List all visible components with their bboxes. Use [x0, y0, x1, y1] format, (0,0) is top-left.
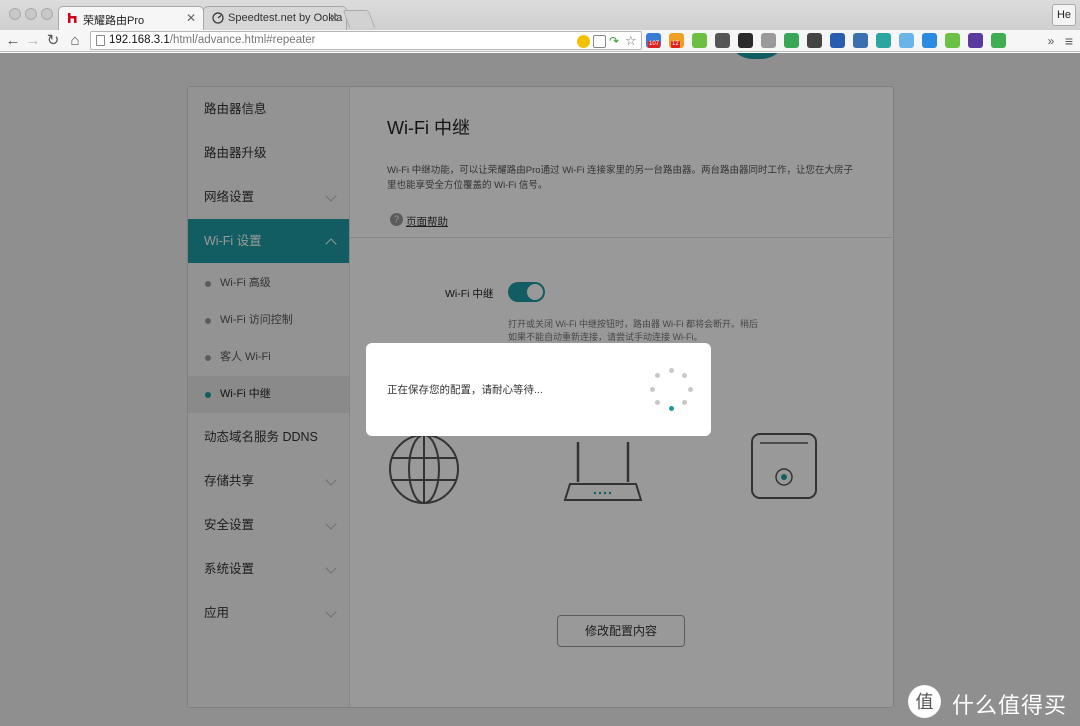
copy-icon[interactable]: [593, 35, 606, 48]
arrow-icon[interactable]: [830, 33, 845, 48]
spinner-dot: [668, 367, 674, 373]
watermark-logo-icon: 值: [908, 685, 941, 718]
flag-icon[interactable]: [968, 33, 983, 48]
more-extensions-button[interactable]: »: [1042, 32, 1060, 50]
tab-router[interactable]: 荣耀路由Pro ✕: [58, 6, 204, 30]
window-zoom-button[interactable]: [41, 8, 53, 20]
spinner-dot: [649, 386, 655, 392]
target-icon[interactable]: [692, 33, 707, 48]
window-minimize-button[interactable]: [25, 8, 37, 20]
hand-icon[interactable]: [807, 33, 822, 48]
saving-dialog: 正在保存您的配置，请耐心等待...: [366, 343, 711, 436]
redo-arrow-icon[interactable]: ↷: [609, 35, 622, 48]
new-tab-button[interactable]: [342, 10, 376, 28]
extension-badge: 107: [648, 41, 661, 48]
url-host: 192.168.3.1: [109, 34, 170, 46]
honor-favicon-icon: [68, 13, 77, 23]
spinner-dot: [681, 399, 687, 405]
svg-text:值: 值: [916, 692, 934, 713]
tray-icon[interactable]: [715, 33, 730, 48]
profile-button[interactable]: He: [1052, 4, 1076, 26]
spinner-dot: [668, 405, 674, 411]
page-icon: [96, 35, 105, 46]
modal-overlay: 正在保存您的配置，请耐心等待...: [0, 53, 1080, 726]
tab-title: 荣耀路由Pro: [83, 15, 145, 27]
browser-toolbar: ← → ↻ ⌂ 192.168.3.1/html/advance.html#re…: [0, 30, 1080, 52]
spinner-dot: [655, 399, 661, 405]
tab-close-icon[interactable]: ✕: [186, 11, 196, 25]
drive-icon[interactable]: [784, 33, 799, 48]
moon-icon[interactable]: [761, 33, 776, 48]
vlc-icon[interactable]: [899, 33, 914, 48]
clock-icon[interactable]: [738, 33, 753, 48]
chat-icon[interactable]: [922, 33, 937, 48]
bookmark-star-icon[interactable]: ☆: [625, 34, 638, 48]
tab-close-icon[interactable]: ✕: [329, 11, 339, 25]
extension-badge: 12: [671, 41, 680, 48]
smile-icon[interactable]: [945, 33, 960, 48]
loading-spinner-icon: [647, 365, 695, 413]
back-arrow-icon[interactable]: ←: [4, 32, 22, 50]
watermark: 值 什么值得买: [908, 683, 1078, 723]
ghost-extension-icon[interactable]: [577, 35, 590, 48]
spinner-dot: [681, 373, 687, 379]
earth-icon[interactable]: [876, 33, 891, 48]
screen-icon[interactable]: [853, 33, 868, 48]
window-close-button[interactable]: [9, 8, 21, 20]
tab-speedtest[interactable]: Speedtest.net by Ookla - T ✕: [203, 6, 347, 30]
reload-icon[interactable]: ↻: [44, 32, 62, 50]
home-icon[interactable]: ⌂: [66, 32, 84, 50]
saving-message: 正在保存您的配置，请耐心等待...: [387, 384, 543, 396]
watermark-text: 什么值得买: [952, 694, 1068, 719]
address-bar[interactable]: 192.168.3.1/html/advance.html#repeater ↷…: [90, 31, 642, 50]
speedtest-favicon-icon: [212, 12, 224, 24]
forward-arrow-icon[interactable]: →: [24, 32, 42, 50]
url-path: /html/advance.html#repeater: [169, 34, 316, 46]
browser-tab-bar: 荣耀路由Pro ✕ Speedtest.net by Ookla - T ✕ H…: [0, 0, 1080, 30]
google-icon[interactable]: 107: [646, 33, 661, 48]
alert-icon[interactable]: 12: [669, 33, 684, 48]
spinner-dot: [687, 386, 693, 392]
leaf-icon[interactable]: [991, 33, 1006, 48]
spinner-dot: [655, 373, 661, 379]
menu-icon[interactable]: ≡: [1060, 32, 1078, 50]
page-viewport: 路由器信息 路由器升级 网络设置 Wi-Fi 设置 Wi-Fi 高级 Wi-Fi…: [0, 53, 1080, 726]
